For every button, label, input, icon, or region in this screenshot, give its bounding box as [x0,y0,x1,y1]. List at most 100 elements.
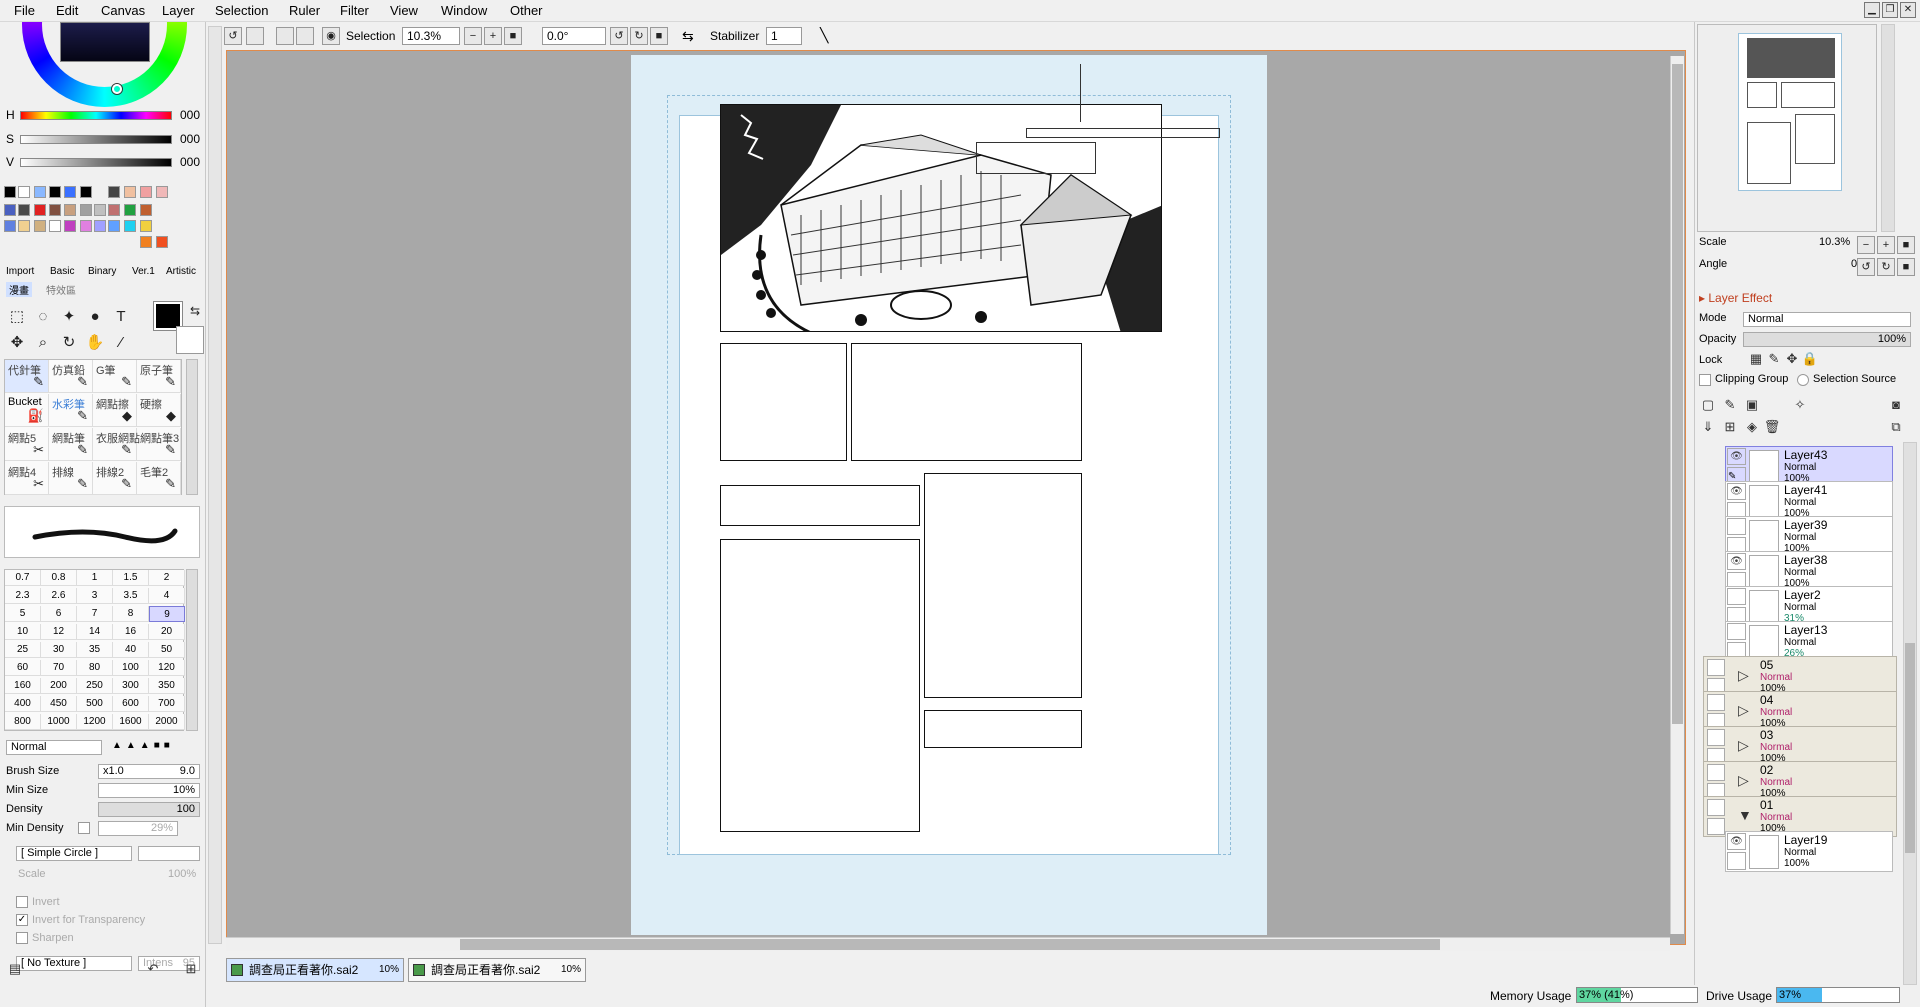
brush-size-option[interactable]: 2.3 [5,588,41,604]
close-icon[interactable]: ✕ [1900,2,1916,18]
brush-size-option[interactable]: 20 [149,624,185,640]
invert-checkbox[interactable] [16,896,28,908]
zoom-in-icon[interactable]: + [484,27,502,45]
clear-layer-icon[interactable]: ◈ [1743,418,1761,436]
brush-size-field[interactable]: x1.0 9.0 [98,764,200,779]
visibility-toggle-icon[interactable]: 👁 [1727,483,1746,500]
hand-icon[interactable]: ✋ [84,332,106,354]
brush-size-option[interactable]: 500 [77,696,113,712]
blend-mode-select[interactable]: Normal [6,740,102,755]
document-tab-1[interactable]: 調查局正看著你.sai2 10% [226,958,404,982]
brush-size-option[interactable]: 0.7 [5,570,41,586]
brush-size-option[interactable]: 8 [113,606,149,622]
brush-shape-select[interactable]: [ Simple Circle ] [16,846,132,861]
menu-selection[interactable]: Selection [215,3,268,18]
brush-size-option[interactable]: 700 [149,696,185,712]
tab-binary[interactable]: Binary [88,266,116,277]
panel-5[interactable] [924,473,1082,698]
undo-icon[interactable]: ↶ [144,960,162,978]
restore-icon[interactable]: ❐ [1882,2,1898,18]
layer-opacity-slider[interactable]: 100% [1743,332,1911,347]
brush-size-option[interactable]: 9 [149,606,185,622]
visibility-toggle-icon[interactable] [1727,623,1746,640]
brush-size-option[interactable]: 300 [113,678,149,694]
tab-artistic[interactable]: Artistic [166,266,196,277]
hue-marker-icon[interactable] [112,84,122,94]
manga-page[interactable] [631,55,1267,935]
eyedropper-icon[interactable]: ⁄ [110,332,132,354]
brush-slot[interactable]: 網點4 ✂ [5,462,49,495]
toolbar-blank-3[interactable] [296,27,314,45]
brush-size-option[interactable]: 5 [5,606,41,622]
size-grid-scrollbar[interactable] [186,569,198,731]
new-linework-layer-icon[interactable]: ✎ [1721,396,1739,414]
brush-shape-extra[interactable] [138,846,200,861]
brush-size-option[interactable]: 14 [77,624,113,640]
merge-down-icon[interactable]: ⇓ [1699,418,1717,436]
folder-visibility-toggle[interactable] [1707,729,1725,746]
brush-size-option[interactable]: 1000 [41,714,77,730]
visibility-toggle-icon[interactable] [1727,588,1746,605]
brush-grid-scrollbar[interactable] [186,359,198,495]
layer-row[interactable]: 👁 Layer19 Normal 100% [1725,831,1893,872]
new-folder-icon[interactable]: ▣ [1743,396,1761,414]
brush-size-option[interactable]: 2 [149,570,185,586]
menu-filter[interactable]: Filter [340,3,369,18]
minimize-icon[interactable]: ▁ [1864,2,1880,18]
rect-select-icon[interactable]: ⬚ [6,306,28,328]
brush-size-option[interactable]: 250 [77,678,113,694]
brush-size-option[interactable]: 7 [77,606,113,622]
trash-icon[interactable]: 🗑 [1763,418,1781,436]
menu-file[interactable]: File [14,3,35,18]
layer-list-scroll-thumb[interactable] [1905,643,1915,853]
rotate-ccw-icon[interactable]: ↺ [610,27,628,45]
brush-size-option[interactable]: 600 [113,696,149,712]
tab-ver1[interactable]: Ver.1 [132,266,155,277]
visibility-toggle-icon[interactable]: 👁 [1727,448,1746,465]
brush-size-option[interactable]: 80 [77,660,113,676]
menu-window[interactable]: Window [441,3,487,18]
brush-slot[interactable]: Bucket ⛽ [5,394,49,427]
panel-4[interactable] [720,485,920,526]
canvas-vertical-scrollbar[interactable] [1670,56,1684,934]
zoom-select[interactable]: 10.3% [402,27,460,45]
brush-slot[interactable]: 網點5 ✂ [5,428,49,461]
nav-rotate-cw-icon[interactable]: ↻ [1877,258,1895,276]
rotate-reset-icon[interactable]: ■ [650,27,668,45]
brush-slot[interactable]: 衣服網點 ✎ [93,428,140,461]
brush-size-option[interactable]: 0.8 [41,570,77,586]
brush-slot[interactable]: 網點擦 ◆ [93,394,137,427]
brush-slot[interactable]: 水彩筆 ✎ [49,394,93,427]
lock-paint-icon[interactable]: ✎ [1765,350,1783,368]
brush-slot[interactable]: G筆 ✎ [93,360,137,393]
left-panel-scrollbar[interactable] [208,26,222,944]
brush-size-option[interactable]: 1600 [113,714,149,730]
layer-mask-icon[interactable]: ◙ [1887,396,1905,414]
brush-slot[interactable]: 原子筆 ✎ [137,360,181,393]
color-swatches[interactable] [4,184,190,256]
nav-rotate-ccw-icon[interactable]: ↺ [1857,258,1875,276]
vertical-scroll-thumb[interactable] [1672,64,1683,724]
min-size-field[interactable]: 10% [98,783,200,798]
clipping-group-checkbox[interactable] [1699,374,1711,386]
brush-size-option[interactable]: 2.6 [41,588,77,604]
move-icon[interactable]: ✥ [6,332,28,354]
visibility-toggle-icon[interactable] [1727,518,1746,535]
brush-size-option[interactable]: 50 [149,642,185,658]
min-density-checkbox[interactable] [78,822,90,834]
value-slider[interactable] [20,158,172,167]
folder-visibility-toggle[interactable] [1707,659,1725,676]
brush-size-option[interactable]: 450 [41,696,77,712]
add-icon[interactable]: ⊞ [1721,418,1739,436]
zoom-reset-icon[interactable]: ■ [504,27,522,45]
invert-transparency-checkbox[interactable]: ✓ [16,914,28,926]
horizontal-scroll-thumb[interactable] [460,939,1440,950]
sharpen-checkbox[interactable] [16,932,28,944]
brush-size-option[interactable]: 400 [5,696,41,712]
chevron-down-icon[interactable]: ▼ [1738,807,1752,823]
shape-icon[interactable]: ● [84,306,106,328]
folder-lock-toggle[interactable] [1707,818,1725,835]
text-tool-icon[interactable]: T [110,306,132,328]
save-icon[interactable]: ⊞ [182,960,200,978]
saturation-slider[interactable] [20,135,172,144]
